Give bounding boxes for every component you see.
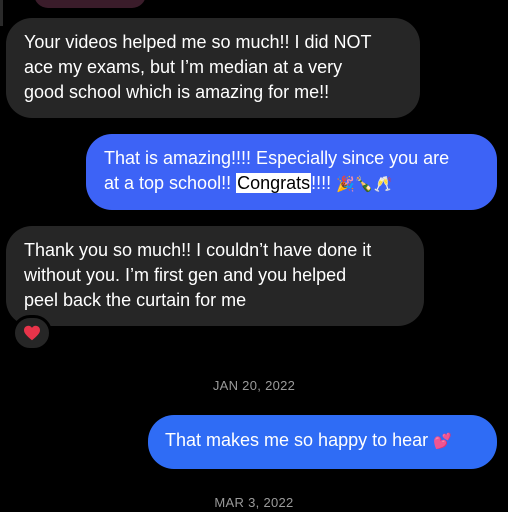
message-text-line: peel back the curtain for me [24,290,247,310]
message-text-segment: That makes me so happy to hear [165,430,429,450]
message-text-line: without you. I’m first gen and you helpe… [24,265,347,285]
message-text-line: ace my exams, but I’m median at a very [24,57,343,77]
outgoing-message-bubble[interactable]: That is amazing!!!! Especially since you… [86,134,497,210]
date-separator: JAN 20, 2022 [212,378,296,393]
message-text-line: Thank you so much!! I couldn’t have done… [24,240,372,260]
celebration-emoji-icons: 🎉🍾🥂 [336,175,393,193]
message-text-line: at a top school!! Congrats!!!! 🎉🍾🥂 [104,171,497,197]
outgoing-message-bubble[interactable]: That makes me so happy to hear 💕 [148,415,497,469]
heart-reaction-badge[interactable] [12,315,52,351]
incoming-message-bubble[interactable]: Thank you so much!! I couldn’t have done… [6,226,424,326]
message-text-segment: at a top school!! [104,173,237,193]
previous-message-bubble-fragment[interactable] [34,0,146,8]
message-text-line: That is amazing!!!! Especially since you… [104,148,450,168]
message-text-line: Your videos helped me so much!! I did NO… [24,32,372,52]
incoming-message-bubble[interactable]: Your videos helped me so much!! I did NO… [6,18,420,118]
two-hearts-emoji-icon: 💕 [433,432,452,450]
scroll-edge-marker [0,0,3,26]
date-separator: MAR 3, 2022 [214,495,294,510]
message-text-line: good school which is amazing for me!! [24,82,330,102]
message-text-line: That makes me so happy to hear 💕 [165,428,497,454]
message-text-segment: !!!! [311,173,337,193]
selected-text-highlight[interactable]: Congrats [236,173,312,193]
heart-icon [24,325,40,341]
